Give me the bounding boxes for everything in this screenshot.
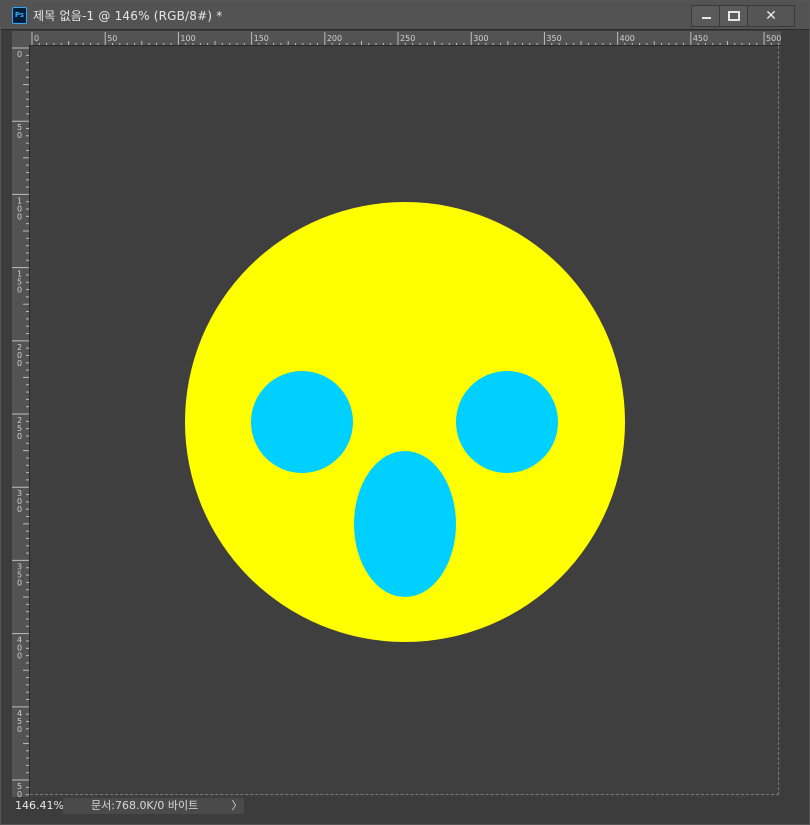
maximize-icon [728, 11, 740, 21]
maximize-button[interactable] [719, 5, 749, 27]
close-icon: ✕ [765, 8, 777, 24]
zoom-level-field[interactable]: 146.41% [12, 798, 64, 814]
vertical-ruler-ticks: 05010015020025030035040045050 [12, 47, 29, 797]
ruler-label: 0 [17, 131, 22, 140]
ruler-label: 0 [17, 286, 22, 295]
canvas[interactable] [30, 46, 781, 797]
vertical-ruler[interactable]: 05010015020025030035040045050 [12, 45, 30, 797]
title-bar[interactable]: Ps 제목 없음-1 @ 146% (RGB/8#) * ✕ [1, 1, 809, 30]
horizontal-ruler[interactable]: 0 50 100 150 200 250 300 350 400 450 500 [29, 31, 781, 46]
ruler-label: 0 [17, 578, 22, 587]
horizontal-scroll-area[interactable] [244, 798, 782, 814]
horizontal-ruler-ticks: 0 50 100 150 200 250 300 350 400 450 500 [31, 32, 781, 45]
artwork [185, 202, 625, 642]
status-bar: 146.41% 문서:768.0K/0 바이트 〉 [12, 797, 782, 815]
ruler-label: 200 [327, 34, 342, 43]
left-eye-circle [251, 371, 353, 473]
ruler-label: 0 [17, 652, 22, 661]
ruler-label: 100 [180, 34, 195, 43]
photoshop-icon: Ps [12, 7, 27, 24]
document-info[interactable]: 문서:768.0K/0 바이트 [63, 798, 244, 814]
ruler-label: 250 [400, 34, 415, 43]
document-title: 제목 없음-1 @ 146% (RGB/8#) * [33, 9, 223, 23]
close-button[interactable]: ✕ [747, 5, 795, 27]
ruler-label: 0 [17, 50, 22, 59]
canvas-right-margin [782, 31, 809, 797]
ruler-label: 0 [17, 505, 22, 514]
document-window: Ps 제목 없음-1 @ 146% (RGB/8#) * ✕ 0 50 100 150… [0, 0, 810, 825]
ruler-label: 450 [693, 34, 708, 43]
right-eye-circle [456, 371, 558, 473]
minimize-button[interactable] [691, 5, 721, 27]
ruler-label: 300 [473, 34, 488, 43]
ruler-label: 0 [34, 34, 39, 43]
ruler-label: 350 [546, 34, 561, 43]
ruler-label: 150 [254, 34, 269, 43]
ruler-label: 400 [620, 34, 635, 43]
ruler-label: 0 [17, 432, 22, 441]
ruler-label: 50 [107, 34, 117, 43]
status-menu-arrow-icon[interactable]: 〉 [230, 798, 244, 814]
ruler-label: 500 [766, 34, 781, 43]
mouth-ellipse [354, 451, 456, 597]
minimize-icon [701, 17, 711, 19]
ruler-label: 0 [17, 725, 22, 734]
ruler-origin[interactable] [12, 31, 30, 46]
ruler-label: 0 [17, 359, 22, 368]
ruler-label: 0 [17, 212, 22, 221]
ruler-label: 0 [17, 790, 22, 797]
